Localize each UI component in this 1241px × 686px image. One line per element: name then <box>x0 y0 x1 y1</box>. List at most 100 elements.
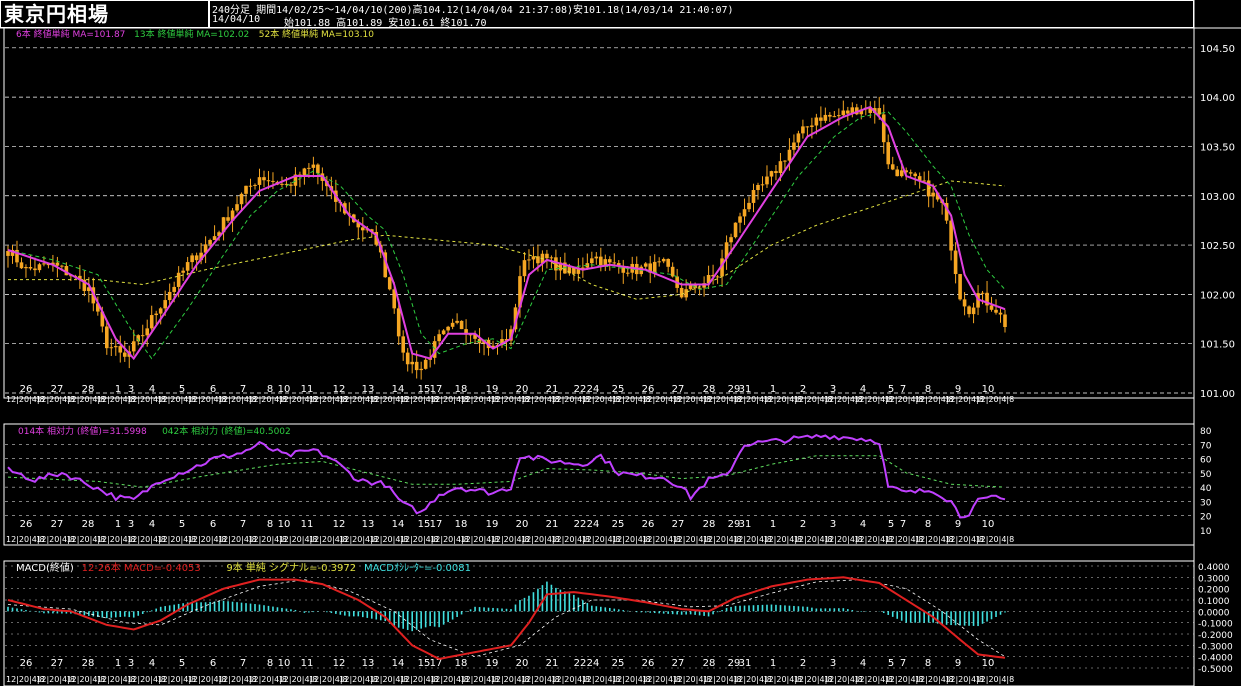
candle-body <box>441 330 446 335</box>
candle-body <box>311 164 316 168</box>
candle-body <box>316 164 320 174</box>
candle-body <box>405 352 410 365</box>
candle-body <box>140 335 145 337</box>
price-tick-label: 102.00 <box>1200 290 1235 301</box>
date-tick-label: 28 <box>703 384 716 395</box>
date-tick-label: 10 <box>982 384 995 395</box>
date-tick-label: 6 <box>210 658 216 669</box>
price-tick-label: 102.50 <box>1200 241 1235 252</box>
date-tick-label: 28 <box>703 658 716 669</box>
macd-legend-entry: 9本 単純 シグナル=-0.3972 <box>226 561 356 574</box>
date-tick-label: 5 <box>179 658 185 669</box>
candle-body <box>235 204 239 211</box>
date-tick-label: 31 <box>739 658 752 669</box>
hour-tick-label: 12|20|4|8 <box>976 535 1015 544</box>
date-tick-label: 5 <box>179 384 185 395</box>
candle-body <box>890 164 895 170</box>
price-panel-frame <box>3 27 1195 399</box>
candle-body <box>810 125 814 127</box>
candle-body <box>239 193 244 205</box>
candle-body <box>109 347 114 349</box>
candle-body <box>450 322 455 327</box>
ma6-line <box>7 105 1006 361</box>
ma52-line <box>8 180 1006 300</box>
date-tick-label: 26 <box>20 384 33 395</box>
date-tick-label: 2 <box>800 658 806 669</box>
date-tick-label: 31 <box>739 519 752 530</box>
date-tick-label: 18 <box>455 658 468 669</box>
candle-body <box>612 262 617 264</box>
candle-body <box>819 117 823 121</box>
date-tick-label: 14 <box>392 519 405 530</box>
macd-tick-label: -0.2000 <box>1198 631 1233 641</box>
date-tick-label: 14 <box>392 384 405 395</box>
price-tick-label: 103.50 <box>1200 142 1235 153</box>
candle-body <box>989 305 994 310</box>
panel-frames <box>0 0 1241 686</box>
candle-body <box>437 334 441 342</box>
candle-body <box>257 177 262 185</box>
candle-body <box>28 267 33 269</box>
rsi-legend-entry: 014本 相対力 (終値)=31.5998 <box>18 425 147 437</box>
macd-oscillator-bars <box>7 581 1006 632</box>
date-tick-label: 25 <box>612 384 625 395</box>
candle-body <box>396 308 401 337</box>
candle-body <box>823 114 828 121</box>
candle-body <box>172 286 176 292</box>
macd-tick-label: -0.1000 <box>1198 620 1233 630</box>
candle-body <box>783 160 787 162</box>
date-tick-label: 15 <box>418 384 431 395</box>
candle-body <box>446 326 450 331</box>
date-tick-label: 27 <box>51 384 64 395</box>
date-tick-label: 4 <box>860 384 866 395</box>
candle-body <box>19 262 24 269</box>
candle-body <box>603 259 608 266</box>
candle-body <box>549 257 554 259</box>
candle-body <box>459 320 464 330</box>
candle-body <box>828 114 832 117</box>
macd-tick-label: -0.5000 <box>1198 665 1233 675</box>
macd-tick-label: 0.3000 <box>1198 574 1230 584</box>
macd-tick-label: 0.2000 <box>1198 586 1230 596</box>
candle-body <box>190 255 194 263</box>
date-tick-label: 1 <box>115 519 121 530</box>
chart-canvas: 101.00 101.50 102.00 102.50 103.00 103.50 104.… <box>0 0 1241 686</box>
candle-body <box>751 190 756 203</box>
date-tick-label: 3 <box>128 384 134 395</box>
date-tick-label: 8 <box>267 519 273 530</box>
date-tick-label: 12 <box>333 658 346 669</box>
date-tick-label: 26 <box>642 658 655 669</box>
candle-body <box>953 250 958 275</box>
date-tick-label: 17 <box>430 384 443 395</box>
candle-body <box>401 336 406 353</box>
date-tick-label: 21 <box>546 519 559 530</box>
date-tick-label: 28 <box>82 658 95 669</box>
candle-body <box>360 227 365 231</box>
candle-body <box>769 171 774 177</box>
candle-body <box>42 263 46 265</box>
date-tick-label: 15 <box>418 519 431 530</box>
candle-body <box>266 180 271 182</box>
candle-body <box>994 309 998 313</box>
candle-body <box>545 253 549 259</box>
candle-body <box>105 326 109 349</box>
date-tick-label: 1 <box>115 658 121 669</box>
date-tick-label: 10 <box>982 658 995 669</box>
candle-body <box>697 287 702 289</box>
date-tick-label: 24 <box>587 658 600 669</box>
candle-body <box>118 346 123 353</box>
hour-tick-label: 12|20|4|8 <box>976 395 1015 404</box>
date-tick-label: 12 <box>333 384 346 395</box>
date-tick-label: 25 <box>612 519 625 530</box>
candle-body <box>280 183 284 185</box>
rsi-tick-label: 10 <box>1200 527 1212 537</box>
candle-body <box>805 126 810 128</box>
candle-body <box>594 256 599 259</box>
candle-body <box>24 267 28 269</box>
candle-body <box>122 352 127 357</box>
macd-legend-entry: MACDｵｼﾚｰﾀｰ=-0.0081 <box>364 562 471 574</box>
date-tick-label: 4 <box>860 519 866 530</box>
candle-body <box>801 126 805 134</box>
date-tick-label: 3 <box>128 658 134 669</box>
candle-body <box>796 133 801 143</box>
